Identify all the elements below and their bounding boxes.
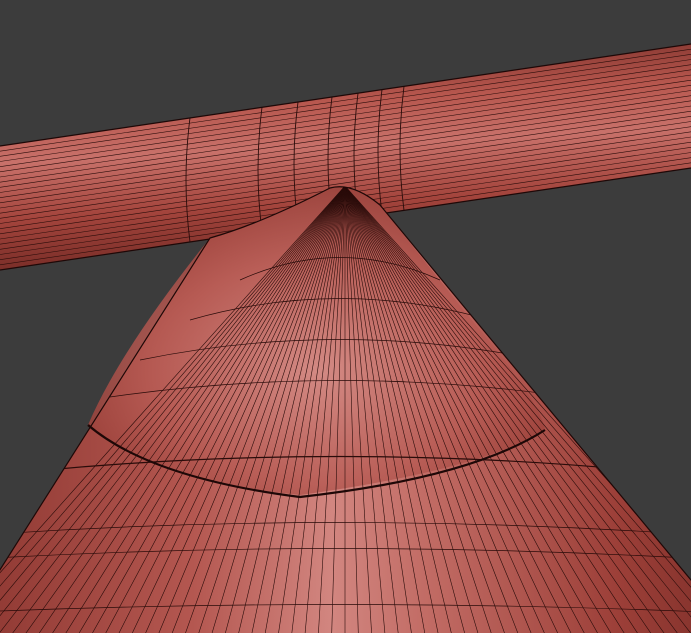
3d-viewport[interactable] (0, 0, 691, 633)
viewport-canvas[interactable] (0, 0, 691, 633)
